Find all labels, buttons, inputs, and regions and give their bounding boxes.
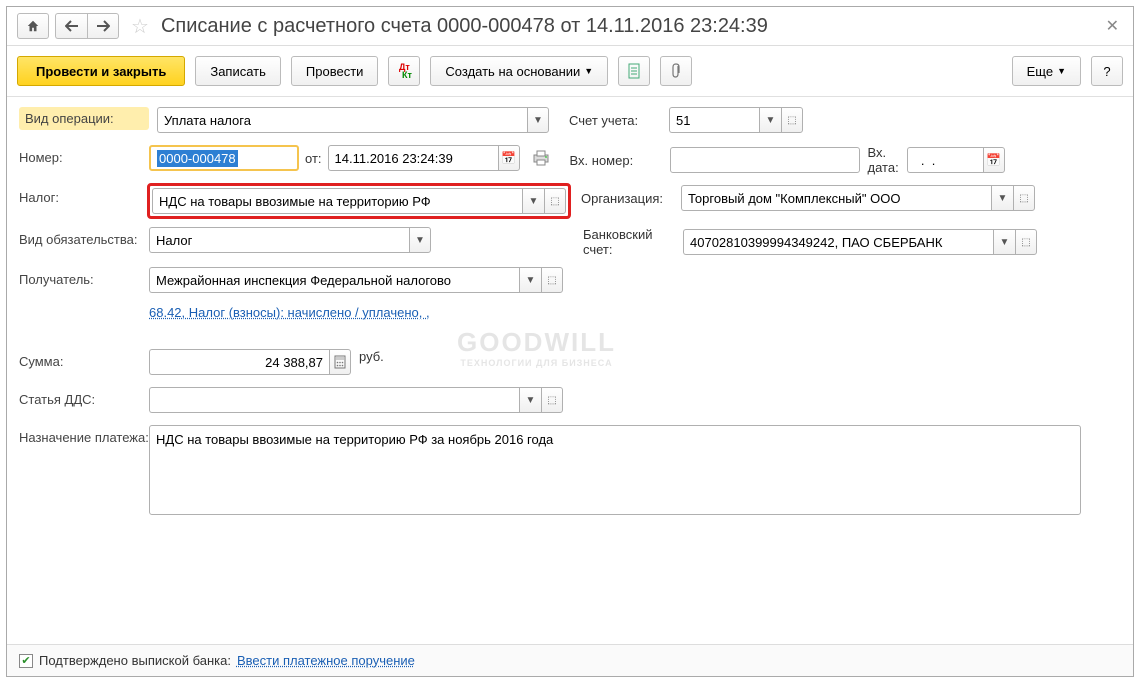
in-number-label: Вх. номер:: [570, 153, 670, 168]
forward-button[interactable]: [87, 13, 119, 39]
bank-account-input[interactable]: [683, 229, 993, 255]
open-icon[interactable]: ⬚: [541, 387, 563, 413]
chevron-down-icon: ▼: [584, 66, 593, 76]
number-label: Номер:: [19, 145, 149, 165]
organization-input[interactable]: [681, 185, 991, 211]
printer-icon[interactable]: [532, 150, 550, 166]
number-field[interactable]: 0000-000478: [149, 145, 299, 171]
cashflow-label: Статья ДДС:: [19, 387, 149, 407]
open-icon[interactable]: ⬚: [544, 188, 566, 214]
form-area: Вид операции: ▼ Счет учета: ▼ ⬚ Номер: 0…: [7, 97, 1133, 535]
footer: ✔ Подтверждено выпиской банка: Ввести пл…: [7, 644, 1133, 676]
date-input[interactable]: [328, 145, 498, 171]
help-button[interactable]: ?: [1091, 56, 1123, 86]
obligation-type-label: Вид обязательства:: [19, 227, 149, 247]
tax-highlight: ▼ ⬚: [147, 183, 571, 219]
tax-input[interactable]: [152, 188, 522, 214]
date-field[interactable]: 📅: [328, 145, 520, 171]
dropdown-icon[interactable]: ▼: [993, 229, 1015, 255]
dropdown-icon[interactable]: ▼: [991, 185, 1013, 211]
operation-type-input[interactable]: [157, 107, 527, 133]
account-input[interactable]: [669, 107, 759, 133]
toolbar: Провести и закрыть Записать Провести Дт …: [7, 46, 1133, 97]
obligation-type-field[interactable]: ▼: [149, 227, 431, 253]
window-title: Списание с расчетного счета 0000-000478 …: [161, 15, 1094, 38]
from-label: от:: [305, 151, 322, 166]
dropdown-icon[interactable]: ▼: [522, 188, 544, 214]
purpose-label: Назначение платежа:: [19, 425, 149, 445]
recipient-field[interactable]: ▼ ⬚: [149, 267, 563, 293]
dtct-button[interactable]: Дт Кт: [388, 56, 420, 86]
close-icon[interactable]: ✕: [1102, 16, 1123, 36]
enter-payment-link[interactable]: Ввести платежное поручение: [237, 653, 415, 668]
calculator-icon[interactable]: [329, 349, 351, 375]
dtct-icon: Дт Кт: [397, 63, 412, 79]
tax-label: Налог:: [19, 185, 149, 205]
recipient-input[interactable]: [149, 267, 519, 293]
organization-label: Организация:: [581, 191, 681, 206]
favorite-star-icon[interactable]: ☆: [131, 14, 149, 39]
distribution-link[interactable]: 68.42, Налог (взносы): начислено / уплач…: [149, 305, 430, 320]
operation-type-label: Вид операции:: [19, 107, 149, 130]
account-field[interactable]: ▼ ⬚: [669, 107, 803, 133]
number-value: 0000-000478: [157, 150, 238, 167]
home-button[interactable]: [17, 13, 49, 39]
dropdown-icon[interactable]: ▼: [527, 107, 549, 133]
back-button[interactable]: [55, 13, 87, 39]
open-icon[interactable]: ⬚: [1015, 229, 1037, 255]
more-button[interactable]: Еще ▼: [1012, 56, 1081, 86]
post-and-close-button[interactable]: Провести и закрыть: [17, 56, 185, 86]
organization-field[interactable]: ▼ ⬚: [681, 185, 1035, 211]
obligation-type-input[interactable]: [149, 227, 409, 253]
operation-type-field[interactable]: ▼: [157, 107, 549, 133]
dropdown-icon[interactable]: ▼: [409, 227, 431, 253]
calendar-icon[interactable]: 📅: [983, 147, 1005, 173]
dropdown-icon[interactable]: ▼: [519, 267, 541, 293]
bank-account-label: Банковскийсчет:: [583, 227, 683, 257]
recipient-label: Получатель:: [19, 267, 149, 287]
report-button[interactable]: [618, 56, 650, 86]
bank-account-field[interactable]: ▼ ⬚: [683, 229, 1037, 255]
save-button[interactable]: Записать: [195, 56, 281, 86]
in-date-field[interactable]: 📅: [907, 147, 1005, 173]
title-bar: ☆ Списание с расчетного счета 0000-00047…: [7, 7, 1133, 46]
rub-label: руб.: [359, 349, 384, 364]
account-label: Счет учета:: [569, 113, 669, 128]
dropdown-icon[interactable]: ▼: [519, 387, 541, 413]
sum-label: Сумма:: [19, 349, 149, 369]
sum-field[interactable]: [149, 349, 351, 375]
in-number-input[interactable]: [670, 147, 860, 173]
nav-group: [17, 13, 119, 39]
cashflow-field[interactable]: ▼ ⬚: [149, 387, 563, 413]
confirmed-label: Подтверждено выпиской банка:: [39, 653, 231, 668]
tax-field[interactable]: ▼ ⬚: [152, 188, 566, 214]
post-button[interactable]: Провести: [291, 56, 379, 86]
dropdown-icon[interactable]: ▼: [759, 107, 781, 133]
open-icon[interactable]: ⬚: [781, 107, 803, 133]
document-window: ☆ Списание с расчетного счета 0000-00047…: [6, 6, 1134, 677]
chevron-down-icon: ▼: [1057, 66, 1066, 76]
cashflow-input[interactable]: [149, 387, 519, 413]
confirmed-checkbox[interactable]: ✔: [19, 654, 33, 668]
calendar-icon[interactable]: 📅: [498, 145, 520, 171]
attach-button[interactable]: [660, 56, 692, 86]
purpose-textarea[interactable]: [149, 425, 1081, 515]
in-date-input[interactable]: [907, 147, 983, 173]
in-date-label: Вх.дата:: [868, 145, 899, 175]
create-based-on-button[interactable]: Создать на основании ▼: [430, 56, 608, 86]
open-icon[interactable]: ⬚: [1013, 185, 1035, 211]
sum-input[interactable]: [149, 349, 329, 375]
open-icon[interactable]: ⬚: [541, 267, 563, 293]
